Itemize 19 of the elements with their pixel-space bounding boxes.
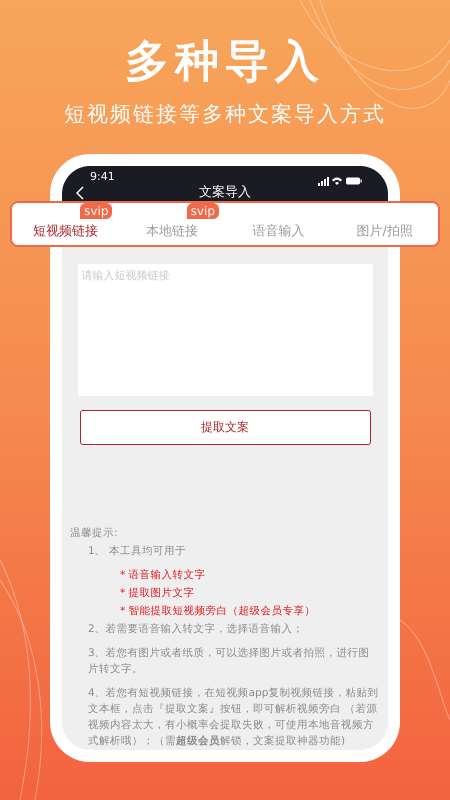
- extract-button[interactable]: 提取文案: [80, 410, 370, 445]
- feature-item: * 提取图片文字: [119, 586, 196, 601]
- back-icon[interactable]: [76, 186, 84, 200]
- screen-title: 文案导入: [199, 184, 251, 201]
- tab[interactable]: 图片/拍照: [332, 203, 438, 245]
- tips-heading: 温馨提示:: [70, 526, 119, 541]
- tip-text: 3、若您有图片或者纸质，可以选择图片或者拍照，进行图片转文字。: [87, 646, 371, 677]
- tip-text: 1、 本工具均可用于: [87, 544, 188, 559]
- tab[interactable]: 语音输入: [225, 203, 332, 245]
- tip-text: 2、若需要语音输入转文字，选择语音输入；: [87, 622, 305, 637]
- feature-item: * 智能提取短视频旁白（超级会员专享）: [119, 604, 317, 619]
- status-icons: [318, 176, 362, 186]
- subheadline: 短视频链接等多种文案导入方式: [64, 101, 386, 128]
- svip-badge: svip: [186, 203, 219, 219]
- headline: 多种导入: [125, 36, 325, 88]
- svip-badge: svip: [80, 203, 112, 219]
- tip-text: 4、若您有短视频链接，在短视频app复制视频链接，粘贴到文本框，点击『提取文案』按钮，即可解析视频旁白 （若源视频内容太大，有小概率会提取失败，可使用本地音视频方式解析哦）；（需超级会员解锁，文案提取神器功能): [87, 686, 380, 749]
- feature-item: * 语音输入转文字: [119, 568, 207, 583]
- status-time: 9:41: [90, 170, 115, 183]
